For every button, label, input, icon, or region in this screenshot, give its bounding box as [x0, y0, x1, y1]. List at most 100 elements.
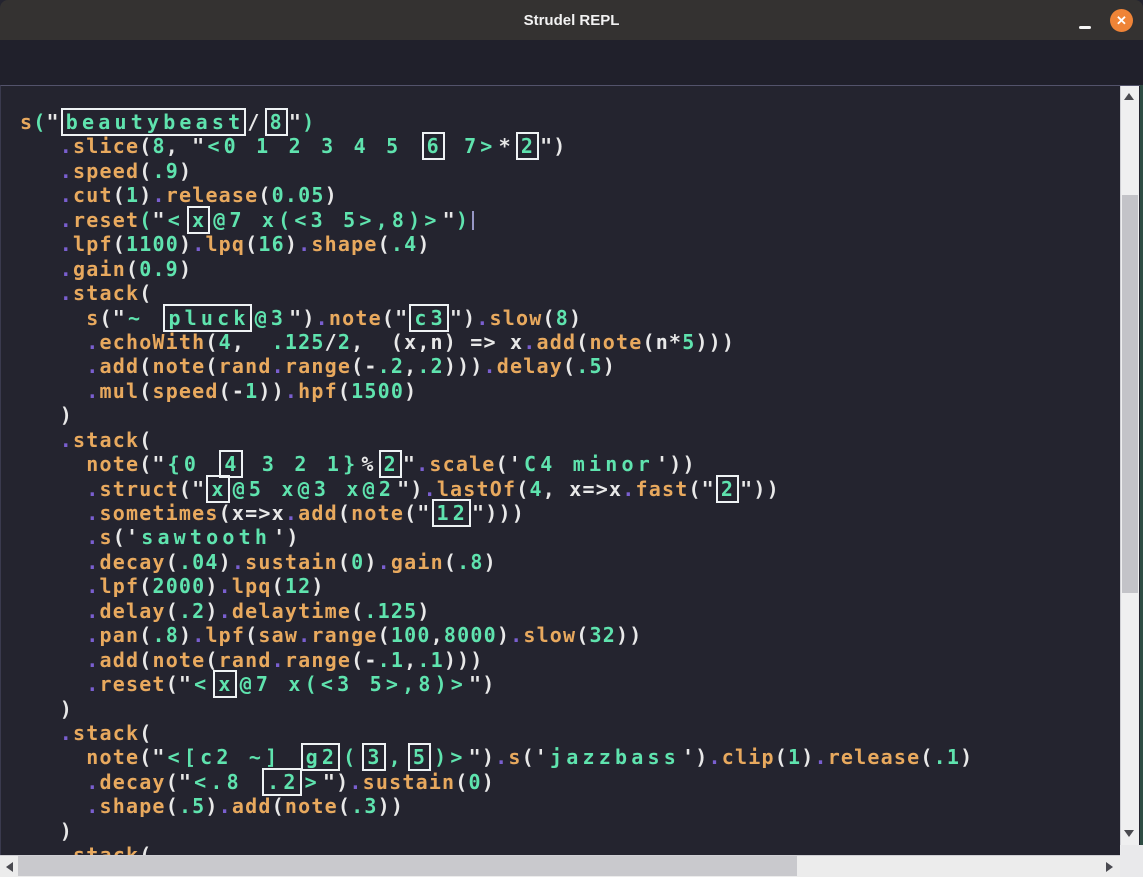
code-line[interactable]: .gain(0.9): [20, 257, 1119, 281]
code-line[interactable]: .add(note(rand.range(-.2,.2))).delay(.5): [20, 354, 1119, 378]
code-line[interactable]: ): [20, 697, 1119, 721]
code-line[interactable]: .echoWith(4, .125/2, (x,n) => x.add(note…: [20, 330, 1119, 354]
code-line[interactable]: .stack(: [20, 843, 1119, 855]
code-line[interactable]: .stack(: [20, 428, 1119, 452]
scroll-down-arrow-icon[interactable]: [1124, 830, 1134, 837]
code-token-tp: [20, 159, 60, 183]
minimize-button[interactable]: [1073, 10, 1095, 32]
code-line[interactable]: .lpf(2000).lpq(12): [20, 574, 1119, 598]
code-token-td: .: [232, 550, 245, 574]
code-line[interactable]: .lpf(1100).lpq(16).shape(.4): [20, 232, 1119, 256]
code-token-tm: sustain: [245, 550, 338, 574]
window-title: Strudel REPL: [524, 12, 620, 29]
code-token-tp: ))): [444, 648, 484, 672]
code-line[interactable]: .mul(speed(-1)).hpf(1500): [20, 379, 1119, 403]
code-token-tn: 0: [469, 770, 482, 794]
code-line[interactable]: .reset("<x@7 x(<3 5>,8)>"): [20, 672, 1119, 696]
code-line[interactable]: s("beautybeast/8"): [20, 110, 1119, 134]
code-token-tp: (: [126, 257, 139, 281]
code-token-tn: .2: [179, 599, 205, 623]
code-token-tm: range: [311, 623, 377, 647]
code-token-td: .: [60, 721, 73, 745]
code-line[interactable]: .struct("x@5 x@3 x@2").lastOf(4, x=>x.fa…: [20, 477, 1119, 501]
code-token-tp: (: [516, 477, 529, 501]
code-token-tp: (: [139, 843, 152, 855]
code-line[interactable]: ): [20, 819, 1119, 843]
code-token-td: .: [476, 306, 489, 330]
code-token-tn: .04: [179, 550, 219, 574]
code-token-tp: ): [960, 745, 973, 769]
code-token-tm: s: [99, 525, 112, 549]
code-line[interactable]: note("<[c2 ~] g2(3,5)>").s('jazzbass').c…: [20, 745, 1119, 769]
code-token-tp: (: [139, 648, 152, 672]
code-area[interactable]: s("beautybeast/8") .slice(8, "<0 1 2 3 4…: [0, 86, 1119, 855]
code-token-tn: 8: [152, 134, 165, 158]
code-token-tp: ): [20, 697, 73, 721]
code-line[interactable]: s("~ pluck@3").note("c3").slow(8): [20, 306, 1119, 330]
code-token-td: .: [152, 183, 165, 207]
close-button[interactable]: ✕: [1110, 9, 1133, 32]
code-token-tp: (: [563, 354, 576, 378]
code-token-tn: 1: [245, 379, 258, 403]
code-line[interactable]: .shape(.5).add(note(.3)): [20, 794, 1119, 818]
code-token-tp: (: [338, 550, 351, 574]
code-line[interactable]: .stack(: [20, 721, 1119, 745]
code-token-ts: 3 2 1}: [244, 452, 362, 476]
code-token-td: .: [192, 623, 205, 647]
code-line[interactable]: .decay(.04).sustain(0).gain(.8): [20, 550, 1119, 574]
code-token-td: .: [60, 183, 73, 207]
code-token-tp: [20, 525, 86, 549]
code-token-tm: s: [20, 110, 33, 134]
code-line[interactable]: .cut(1).release(0.05): [20, 183, 1119, 207]
code-token-tp: [20, 281, 60, 305]
code-line[interactable]: .decay("<.8 .2>").sustain(0): [20, 770, 1119, 794]
code-token-tp: ": [443, 208, 456, 232]
code-line[interactable]: .stack(: [20, 281, 1119, 305]
code-token-tb: 2: [716, 475, 739, 503]
scroll-left-arrow-icon[interactable]: [6, 862, 13, 872]
code-line[interactable]: .reset("<x@7 x(<3 5>,8)>"): [20, 208, 1119, 232]
code-token-tp: (: [166, 599, 179, 623]
code-token-ts: <[c2 ~]: [166, 745, 300, 769]
code-token-td: .: [60, 159, 73, 183]
code-line[interactable]: .add(note(rand.range(-.1,.1))): [20, 648, 1119, 672]
code-line[interactable]: ): [20, 403, 1119, 427]
code-token-tp: ): [801, 745, 814, 769]
code-token-tn: .2: [417, 354, 443, 378]
code-token-tb: 8: [265, 108, 288, 136]
code-token-td: .: [272, 354, 285, 378]
code-token-tn: 1: [788, 745, 801, 769]
code-line[interactable]: .delay(.2).delaytime(.125): [20, 599, 1119, 623]
code-token-tm: decay: [99, 770, 165, 794]
code-line[interactable]: .slice(8, "<0 1 2 3 4 5 6 7>*2"): [20, 134, 1119, 158]
code-token-tp: )): [378, 794, 404, 818]
code-token-tp: (": [166, 770, 192, 794]
code-line[interactable]: .sometimes(x=>x.add(note("12"))): [20, 501, 1119, 525]
code-token-tp: (-: [351, 354, 377, 378]
vertical-scrollbar-thumb[interactable]: [1122, 195, 1138, 593]
code-token-tp: ))): [695, 330, 735, 354]
code-token-tm: saw: [258, 623, 298, 647]
code-line[interactable]: .s('sawtooth'): [20, 525, 1119, 549]
scroll-up-arrow-icon[interactable]: [1124, 93, 1134, 100]
code-token-tp: )): [616, 623, 642, 647]
code-line[interactable]: .pan(.8).lpf(saw.range(100,8000).slow(32…: [20, 623, 1119, 647]
code-token-tp: [20, 183, 60, 207]
code-line[interactable]: note("{0 4 3 2 1}%2".scale('C4 minor')): [20, 452, 1119, 476]
code-token-tn: 12: [285, 574, 311, 598]
code-token-tp: (": [166, 672, 192, 696]
code-token-tm: add: [298, 501, 338, 525]
horizontal-scrollbar-thumb[interactable]: [18, 856, 797, 876]
title-bar[interactable]: Strudel REPL ✕: [0, 0, 1143, 40]
scroll-right-arrow-icon[interactable]: [1106, 862, 1113, 872]
code-token-tp: ): [603, 354, 616, 378]
code-token-tn: .5: [576, 354, 602, 378]
scrollbar-corner: [1120, 845, 1143, 877]
code-token-tm: sometimes: [99, 501, 218, 525]
code-token-tp: (: [378, 232, 391, 256]
code-token-tp: [20, 501, 86, 525]
code-token-tp: ": [403, 452, 416, 476]
code-token-tm: delay: [99, 599, 165, 623]
code-token-tp: (: [444, 550, 457, 574]
code-line[interactable]: .speed(.9): [20, 159, 1119, 183]
